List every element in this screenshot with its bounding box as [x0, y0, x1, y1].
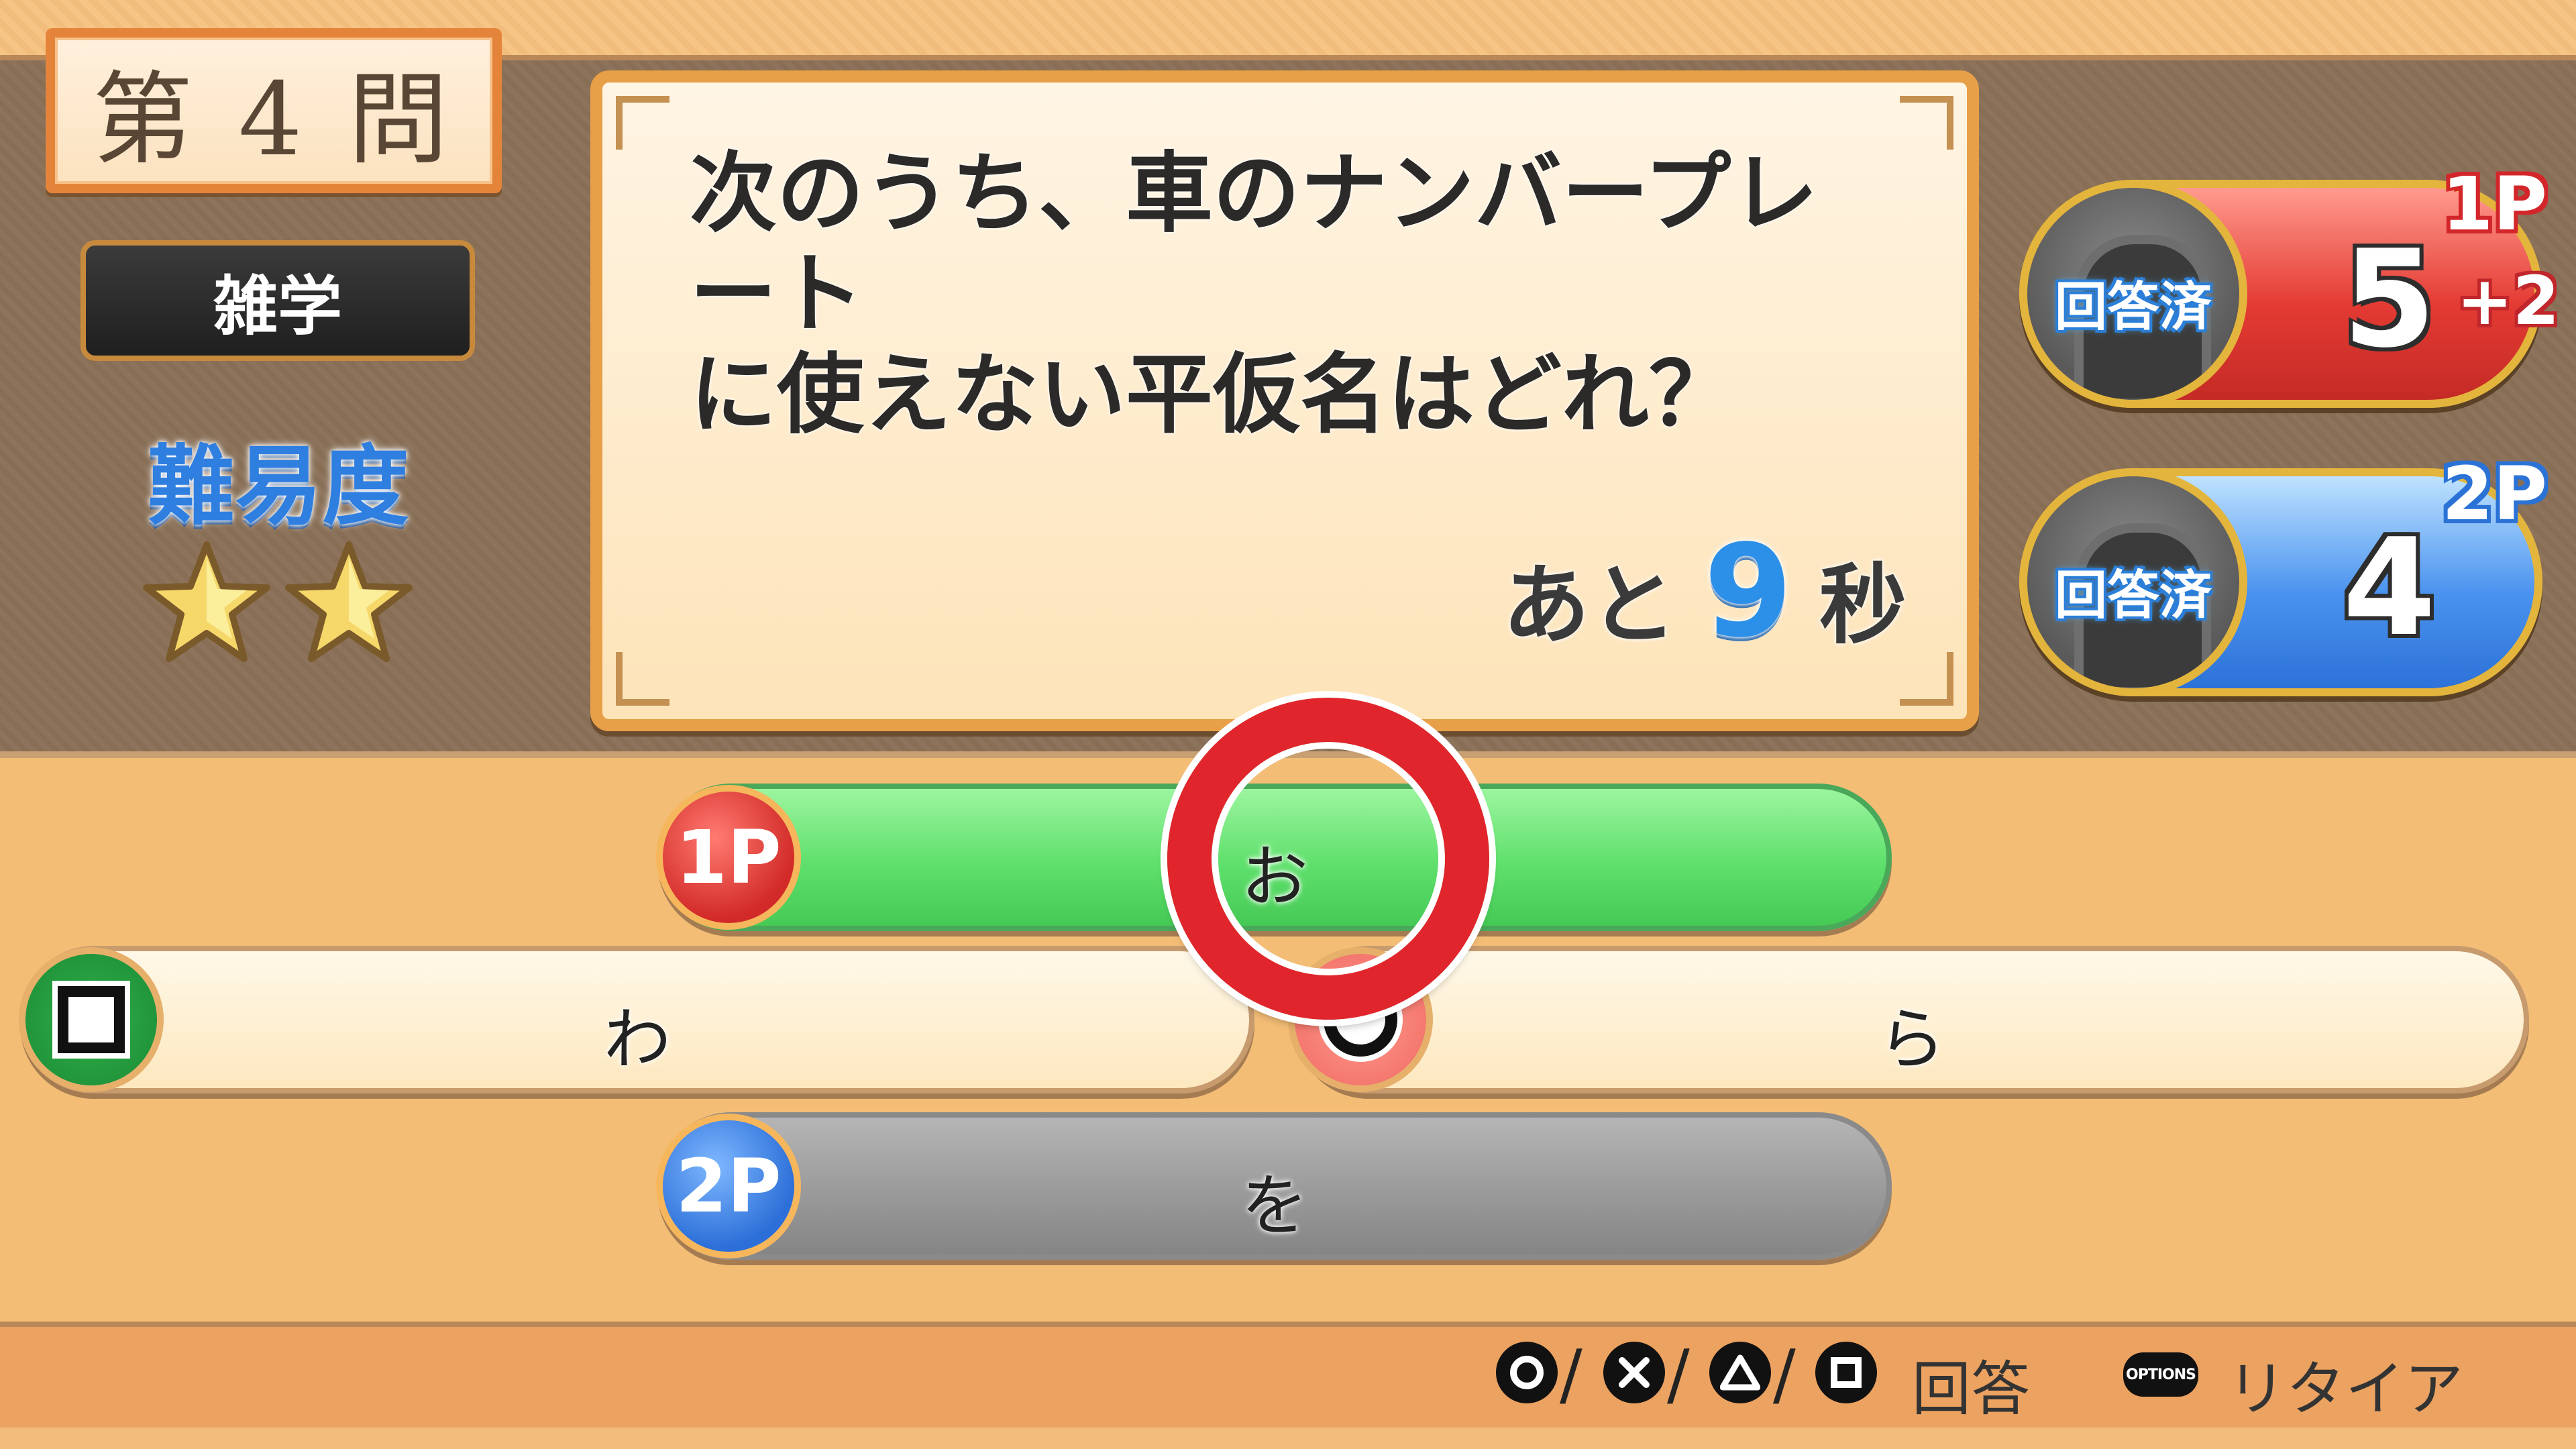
- answer-left-text: わ: [604, 1000, 671, 1079]
- answer-option-left[interactable]: わ: [20, 946, 1254, 1093]
- square-button-icon: [19, 947, 164, 1092]
- difficulty-label: 難易度: [147, 435, 409, 537]
- triangle-button-icon: [1709, 1342, 1771, 1403]
- star-icon: [140, 537, 274, 671]
- category-badge: 雑学: [80, 240, 475, 361]
- question-line-1: 次のうち、車のナンバープレート: [690, 142, 1819, 345]
- player-1-answer-badge: 1P: [656, 785, 801, 930]
- answer-bottom-text: を: [1241, 1167, 1308, 1245]
- answer-label: 回答: [1912, 1354, 2031, 1424]
- question-number-plate: 第 4 問: [46, 28, 502, 193]
- options-button[interactable]: OPTIONS: [2123, 1352, 2198, 1397]
- timer-suffix: 秒: [1819, 554, 1907, 656]
- timer-prefix: あと: [1502, 554, 1677, 656]
- answer-right-text: ら: [1878, 1000, 1945, 1079]
- retire-label[interactable]: リタイア: [2227, 1342, 2463, 1427]
- correct-answer-ring-icon: [1167, 698, 1489, 1020]
- square-button-icon: [1815, 1342, 1877, 1403]
- star-icon: [282, 537, 416, 671]
- cross-button-icon: [1603, 1342, 1665, 1403]
- timer-seconds: 9: [1703, 517, 1792, 665]
- player-2-answer-badge: 2P: [656, 1114, 801, 1258]
- answer-option-bottom[interactable]: を: [657, 1112, 1892, 1260]
- timer: あと 9 秒: [1503, 517, 1907, 665]
- player-1-bonus: +2: [2457, 262, 2560, 340]
- question-number: 第 4 問: [92, 61, 455, 178]
- answer-option-right[interactable]: ら: [1295, 946, 2529, 1093]
- circle-button-icon: [1496, 1342, 1558, 1403]
- question-line-2: に使えない平仮名はどれ？: [690, 343, 1737, 445]
- player-1-tag: 1P: [2442, 161, 2548, 247]
- player-1-score: 5: [2343, 221, 2436, 378]
- player-2-tag: 2P: [2442, 451, 2548, 537]
- footer-strip: [0, 1428, 2576, 1449]
- player-1-status: 回答済: [2054, 277, 2212, 337]
- player-2-status: 回答済: [2054, 566, 2212, 626]
- category-label: 雑学: [213, 268, 342, 344]
- question-text: 次のうち、車のナンバープレート に使えない平仮名はどれ？: [690, 143, 1897, 445]
- question-card: 次のうち、車のナンバープレート に使えない平仮名はどれ？ あと 9 秒: [590, 70, 1979, 731]
- player-2-score: 4: [2343, 510, 2436, 666]
